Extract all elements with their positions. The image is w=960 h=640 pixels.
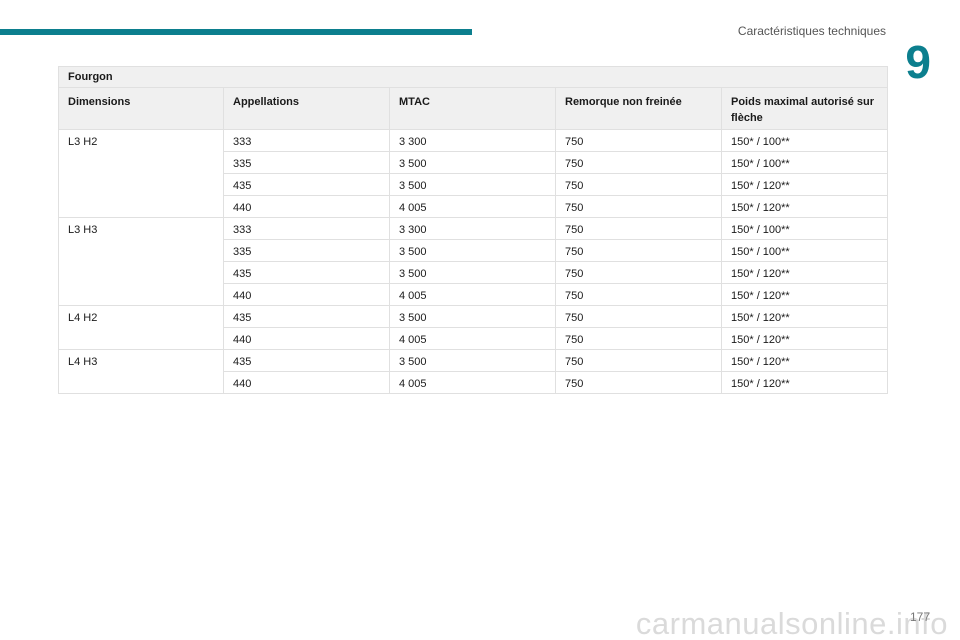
- table-cell: 150* / 100**: [720, 129, 889, 152]
- table-cell: 4 005: [389, 327, 556, 350]
- table-caption: Fourgon: [57, 66, 889, 88]
- table-cell: 750: [555, 173, 722, 196]
- table-cell: 150* / 120**: [720, 305, 889, 328]
- table-cell: 750: [555, 217, 722, 240]
- table-cell: 3 500: [389, 239, 556, 262]
- table-cell: 150* / 120**: [720, 371, 889, 394]
- table-cell: 435: [223, 305, 390, 328]
- table-header-row: Dimensions Appellations MTAC Remorque non f…: [58, 87, 889, 130]
- running-head: Caractéristiques techniques: [737, 24, 886, 38]
- table-cell: 4 005: [389, 283, 556, 306]
- watermark: carmanualsonline.info: [635, 606, 948, 640]
- table-cell: 435: [223, 173, 390, 196]
- dimension-cell: L4 H2: [58, 305, 224, 350]
- table-body: L3 H2 333 3 300 750 150* / 100** 335 3 500 750 1…: [58, 129, 889, 394]
- table-cell: 150* / 120**: [720, 283, 889, 306]
- column-header: Dimensions: [58, 87, 224, 130]
- table-cell: 4 005: [389, 371, 556, 394]
- table-row: L4 H3 435 3 500 750 150* / 120**: [58, 349, 889, 394]
- table-cell: 750: [555, 195, 722, 218]
- table-cell: 335: [223, 151, 390, 174]
- table-cell: 750: [555, 261, 722, 284]
- table-cell: 150* / 120**: [720, 173, 889, 196]
- table-cell: 750: [555, 239, 722, 262]
- table-cell: 150* / 100**: [720, 151, 889, 174]
- column-header: MTAC: [389, 87, 556, 130]
- manual-page: Caractéristiques techniques 9 Fourgon Di…: [0, 0, 960, 640]
- table-row: L3 H2 333 3 300 750 150* / 100**: [58, 129, 889, 218]
- dimension-cell: L4 H3: [58, 349, 224, 394]
- table-cell: 333: [223, 217, 390, 240]
- table-cell: 750: [555, 371, 722, 394]
- table-cell: 335: [223, 239, 390, 262]
- table-cell: 150* / 100**: [720, 217, 889, 240]
- table-cell: 150* / 120**: [720, 195, 889, 218]
- table-cell: 4 005: [389, 195, 556, 218]
- table-cell: 3 500: [389, 261, 556, 284]
- table-cell: 435: [223, 261, 390, 284]
- table-cell: 440: [223, 371, 390, 394]
- table-row: L4 H2 435 3 500 750 150* / 120**: [58, 305, 889, 350]
- table-cell: 435: [223, 349, 390, 372]
- table-cell: 750: [555, 305, 722, 328]
- table-cell: 150* / 120**: [720, 327, 889, 350]
- table-cell: 3 300: [389, 129, 556, 152]
- spec-table: Fourgon Dimensions Appellations MTAC Remorq…: [57, 66, 889, 394]
- table-row: L3 H3 333 3 300 750 150* / 100**: [58, 217, 889, 306]
- table-cell: 3 300: [389, 217, 556, 240]
- table-cell: 3 500: [389, 151, 556, 174]
- table-cell: 150* / 100**: [720, 239, 889, 262]
- table-cell: 150* / 120**: [720, 261, 889, 284]
- table-cell: 3 500: [389, 305, 556, 328]
- table-cell: 750: [555, 349, 722, 372]
- table-cell: 440: [223, 283, 390, 306]
- dimension-cell: L3 H2: [58, 129, 224, 218]
- chapter-number: 9: [905, 36, 931, 88]
- accent-bar: [0, 29, 472, 35]
- table-cell: 3 500: [389, 349, 556, 372]
- table-cell: 3 500: [389, 173, 556, 196]
- table-cell: 150* / 120**: [720, 349, 889, 372]
- table-cell: 333: [223, 129, 390, 152]
- column-header: Appellations: [223, 87, 390, 130]
- table-caption-row: Fourgon: [57, 66, 889, 88]
- table-cell: 750: [555, 283, 722, 306]
- table-cell: 750: [555, 327, 722, 350]
- table-cell: 750: [555, 129, 722, 152]
- column-header: Remorque non freinée: [555, 87, 722, 130]
- table-cell: 750: [555, 151, 722, 174]
- column-header: Poids maximal autorisé sur flèche: [720, 87, 889, 130]
- table-cell: 440: [223, 327, 390, 350]
- table-cell: 440: [223, 195, 390, 218]
- dimension-cell: L3 H3: [58, 217, 224, 306]
